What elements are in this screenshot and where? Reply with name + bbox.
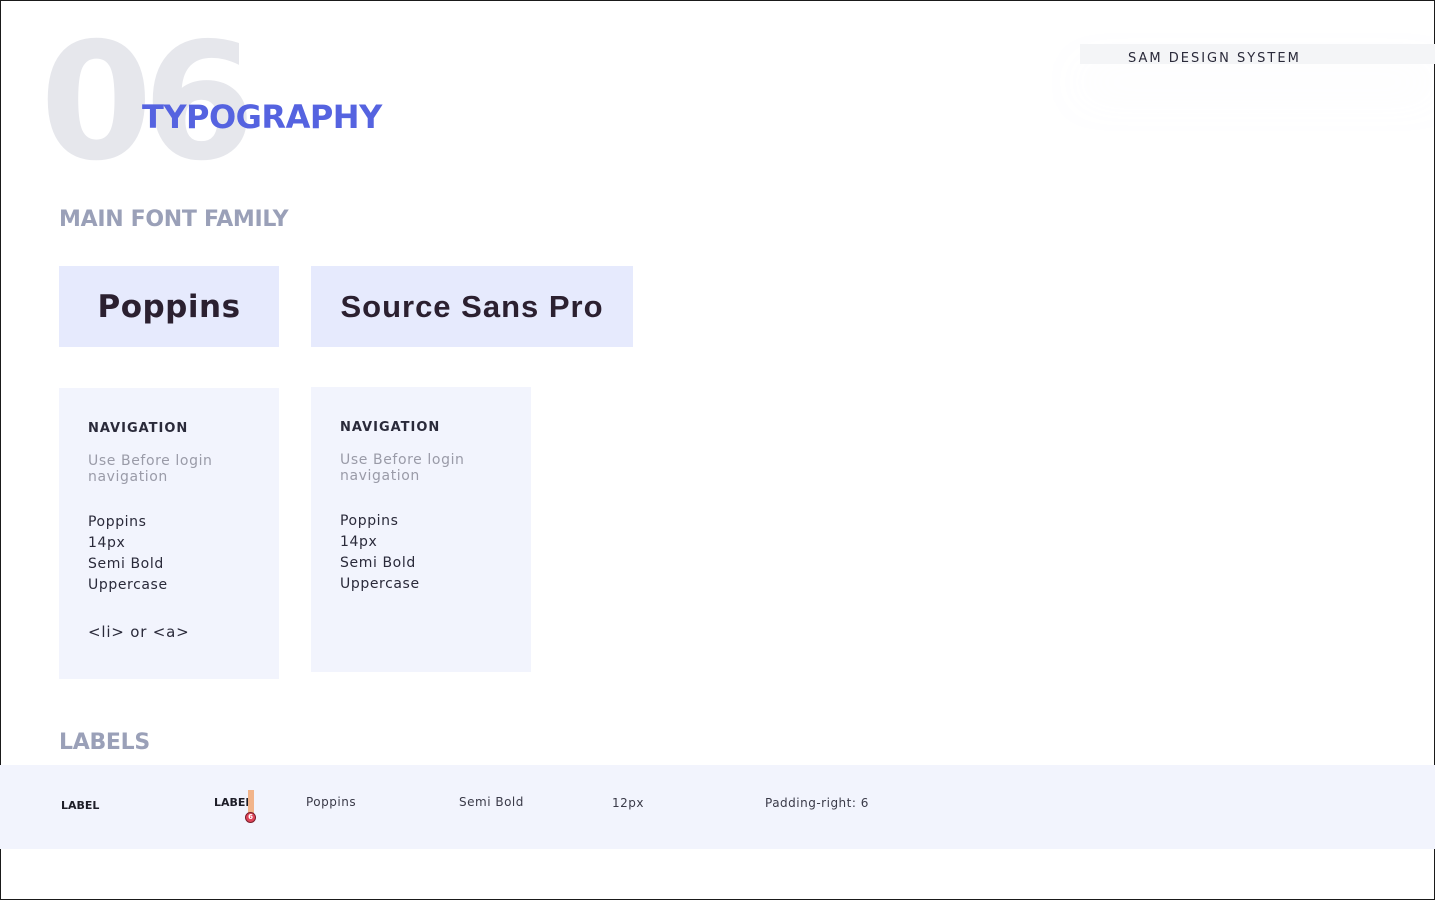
page-title: TYPOGRAPHY	[142, 98, 382, 136]
label-sample-annotated: LABEL	[214, 796, 253, 809]
label-weight: Semi Bold	[459, 795, 524, 809]
card-title: NAVIGATION	[88, 421, 189, 436]
card-description: Use Before login navigation	[88, 453, 213, 485]
label-font: Poppins	[306, 795, 357, 809]
spec-weight: Semi Bold	[88, 556, 164, 572]
font-chip-poppins: Poppins	[59, 266, 279, 347]
padding-marker	[248, 790, 254, 814]
spec-card-navigation-poppins: NAVIGATION Use Before login navigation P…	[59, 388, 279, 679]
label-sample: LABEL	[61, 799, 100, 812]
label-padding: Padding-right: 6	[765, 796, 869, 810]
main-font-family-heading: MAIN FONT FAMILY	[59, 207, 289, 232]
spec-weight: Semi Bold	[340, 555, 416, 571]
padding-badge: 6	[245, 812, 256, 823]
spec-font: Poppins	[340, 513, 399, 529]
spec-size: 14px	[340, 534, 378, 550]
labels-heading: LABELS	[59, 730, 150, 755]
card-description: Use Before login navigation	[340, 452, 465, 484]
spec-case: Uppercase	[340, 576, 420, 592]
spec-size: 14px	[88, 535, 126, 551]
font-chip-source-sans-pro: Source Sans Pro	[311, 266, 633, 347]
label-size: 12px	[612, 796, 644, 810]
spec-html-tags: <li> or <a>	[88, 623, 190, 641]
spec-font: Poppins	[88, 514, 147, 530]
card-title: NAVIGATION	[340, 420, 441, 435]
spec-case: Uppercase	[88, 577, 168, 593]
brand-name: SAM DESIGN SYSTEM	[1128, 51, 1301, 66]
spec-card-navigation-source: NAVIGATION Use Before login navigation P…	[311, 387, 531, 672]
